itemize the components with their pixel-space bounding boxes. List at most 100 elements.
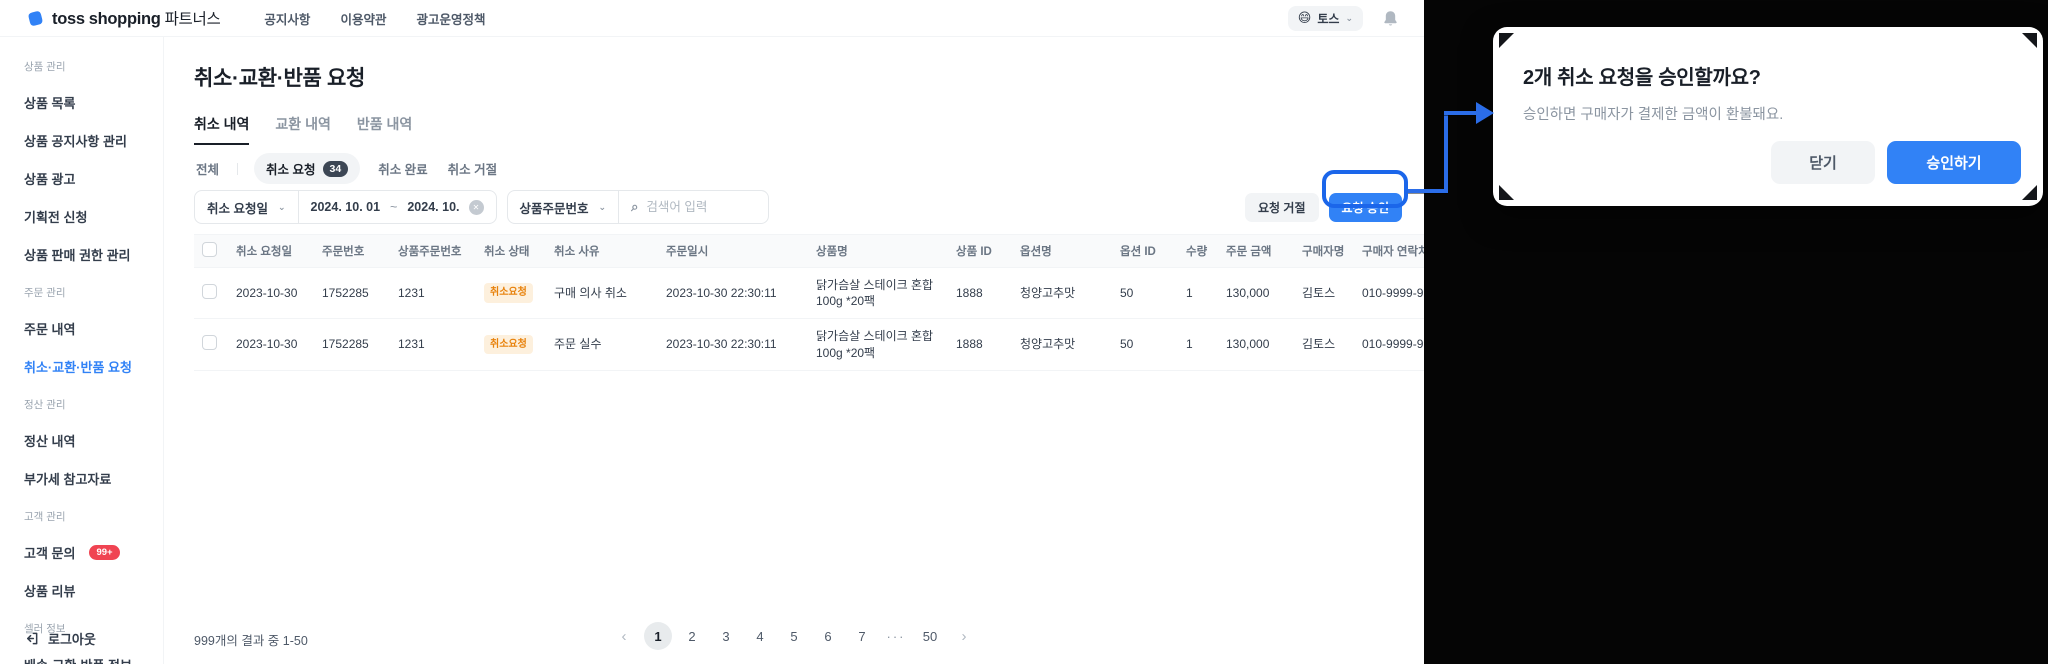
sidebar-item-promotion-apply[interactable]: 기획전 신청 [24,207,163,226]
tab-exchange-history[interactable]: 교환 내역 [275,114,330,145]
cell-product-id: 1888 [948,318,1012,371]
sidebar-item-product-ads[interactable]: 상품 광고 [24,169,163,188]
filter-controls-row: 취소 요청일 ⌄ 2024. 10. 01 ~ 2024. 10. ✕ 상품주문… [194,190,1424,224]
date-type-select[interactable]: 취소 요청일 [207,198,268,217]
nav-link-notices[interactable]: 공지사항 [264,9,310,28]
user-account-chip[interactable]: 😄 토스 ⌄ [1287,5,1363,31]
logout-icon [27,632,38,645]
date-from-value[interactable]: 2024. 10. 01 [311,200,381,214]
results-summary: 999개의 결과 중 1-50 [194,634,308,648]
col-cancel-reason: 취소 사유 [546,234,658,268]
sidebar-item-settlement-history[interactable]: 정산 내역 [24,431,163,450]
col-product-name: 상품명 [808,234,948,268]
cell-buyer-name: 김토스 [1294,318,1354,371]
cell-product-id: 1888 [948,267,1012,320]
row-checkbox[interactable] [202,283,217,299]
chevron-down-icon: ⌄ [277,201,286,212]
sidebar-item-product-reviews[interactable]: 상품 리뷰 [24,581,163,600]
filter-divider [237,162,239,175]
modal-title: 2개 취소 요청을 승인할까요? [1523,67,1761,89]
select-all-checkbox[interactable] [202,242,217,257]
nav-link-terms[interactable]: 이용약관 [340,9,386,28]
pager: ‹ 1 2 3 4 5 6 7 ··· 50 › [610,622,978,650]
cell-cancel-reason: 구매 의사 취소 [546,267,658,320]
annotation-connector-line [1406,189,1448,193]
sidebar-item-vat-reference[interactable]: 부가세 참고자료 [24,469,163,488]
page-button-4[interactable]: 4 [746,622,774,650]
cell-cancel-request-date: 2023-10-30 [228,318,314,371]
search-input[interactable] [646,200,757,214]
page-button-6[interactable]: 6 [814,622,842,650]
corner-marker-bottom-right-icon [2022,185,2037,200]
inquiry-count-badge: 99+ [89,545,120,560]
modal-description: 승인하면 구매자가 결제한 금액이 환불돼요. [1523,107,1784,123]
annotation-arrow-icon [1476,102,1494,124]
approve-confirmation-modal: 2개 취소 요청을 승인할까요? 승인하면 구매자가 결제한 금액이 환불돼요.… [1493,27,2043,206]
cell-buyer-contact: 010-9999-999 [1354,318,1424,371]
toss-logo-icon [28,10,43,26]
filter-cancel-rejected[interactable]: 취소 거절 [446,153,499,184]
modal-approve-button[interactable]: 승인하기 [1887,141,2021,184]
approve-request-button[interactable]: 요청 승인 [1328,193,1402,222]
sidebar-item-product-notice[interactable]: 상품 공지사항 관리 [24,131,163,150]
search-type-select[interactable]: 상품주문번호 [520,198,589,217]
notification-bell-icon[interactable] [1383,10,1398,27]
pagination: 999개의 결과 중 1-50 ‹ 1 2 3 4 5 6 7 ··· 50 › [194,622,1394,652]
reject-request-button[interactable]: 요청 거절 [1245,193,1319,222]
col-product-id: 상품 ID [948,234,1012,268]
logo-text: toss shopping 파트너스 [52,10,221,28]
cell-quantity: 1 [1178,318,1218,371]
page-title: 취소·교환·반품 요청 [194,67,366,90]
page-button-5[interactable]: 5 [780,622,808,650]
cell-order-amount: 130,000 [1218,318,1294,371]
cell-cancel-request-date: 2023-10-30 [228,267,314,320]
tab-cancel-history[interactable]: 취소 내역 [194,114,250,145]
col-order-datetime: 주문일시 [658,234,808,268]
corner-marker-top-right-icon [2022,33,2037,48]
col-cancel-request-date: 취소 요청일 [228,234,314,268]
group-divider [297,190,299,224]
bulk-action-buttons: 요청 거절 요청 승인 [1245,193,1402,222]
sidebar-item-shipping-info[interactable]: 배송·교환·반품 정보 [24,655,163,664]
page-button-7[interactable]: 7 [848,622,876,650]
app-window: toss shopping 파트너스 공지사항 이용약관 광고운영정책 😄 토스 ⌄… [0,0,1424,664]
col-option-name: 옵션명 [1012,234,1112,268]
sidebar-section-order: 주문 관리 [24,287,66,299]
row-checkbox[interactable] [202,334,217,350]
sidebar-item-cancel-exchange-return[interactable]: 취소·교환·반품 요청 [24,357,163,376]
main-content: 취소·교환·반품 요청 취소 내역 교환 내역 반품 내역 전체 취소 요청 3… [164,37,1424,664]
filter-cancel-completed[interactable]: 취소 완료 [376,153,429,184]
tab-return-history[interactable]: 반품 내역 [357,114,412,145]
col-order-number: 주문번호 [314,234,390,268]
nav-link-ad-policy[interactable]: 광고운영정책 [416,9,485,28]
clear-date-icon[interactable]: ✕ [468,199,484,215]
prev-page-icon[interactable]: ‹ [610,622,638,650]
col-buyer-name: 구매자명 [1294,234,1354,268]
filter-cancel-requested-label: 취소 요청 [266,163,316,177]
page-button-2[interactable]: 2 [678,622,706,650]
logout-button[interactable]: 로그아웃 [24,629,96,648]
sidebar-item-sale-permission[interactable]: 상품 판매 권한 관리 [24,245,163,264]
sidebar-item-product-list[interactable]: 상품 목록 [24,93,163,112]
toss-shopping-logo[interactable]: toss shopping 파트너스 [26,7,221,29]
cell-order-number: 1752285 [314,318,390,371]
modal-close-button[interactable]: 닫기 [1771,141,1875,184]
col-option-id: 옵션 ID [1112,234,1178,268]
sidebar-item-customer-inquiry[interactable]: 고객 문의 99+ [24,543,163,562]
col-cancel-status: 취소 상태 [476,234,546,268]
page-button-50[interactable]: 50 [916,622,944,650]
col-order-amount: 주문 금액 [1218,234,1294,268]
cell-option-id: 50 [1112,267,1178,320]
page-button-1[interactable]: 1 [644,622,672,650]
sidebar-item-order-history[interactable]: 주문 내역 [24,319,163,338]
filter-cancel-requested[interactable]: 취소 요청 34 [254,153,361,184]
filter-all[interactable]: 전체 [194,153,221,184]
next-page-icon[interactable]: › [950,622,978,650]
col-quantity: 수량 [1178,234,1218,268]
nav-links: 공지사항 이용약관 광고운영정책 [264,9,485,28]
page-button-3[interactable]: 3 [712,622,740,650]
group-divider [618,190,620,224]
search-filter-group: 상품주문번호 ⌄ ⌕ [506,190,770,224]
col-product-order-number: 상품주문번호 [390,234,476,268]
date-to-value[interactable]: 2024. 10. [407,200,459,214]
